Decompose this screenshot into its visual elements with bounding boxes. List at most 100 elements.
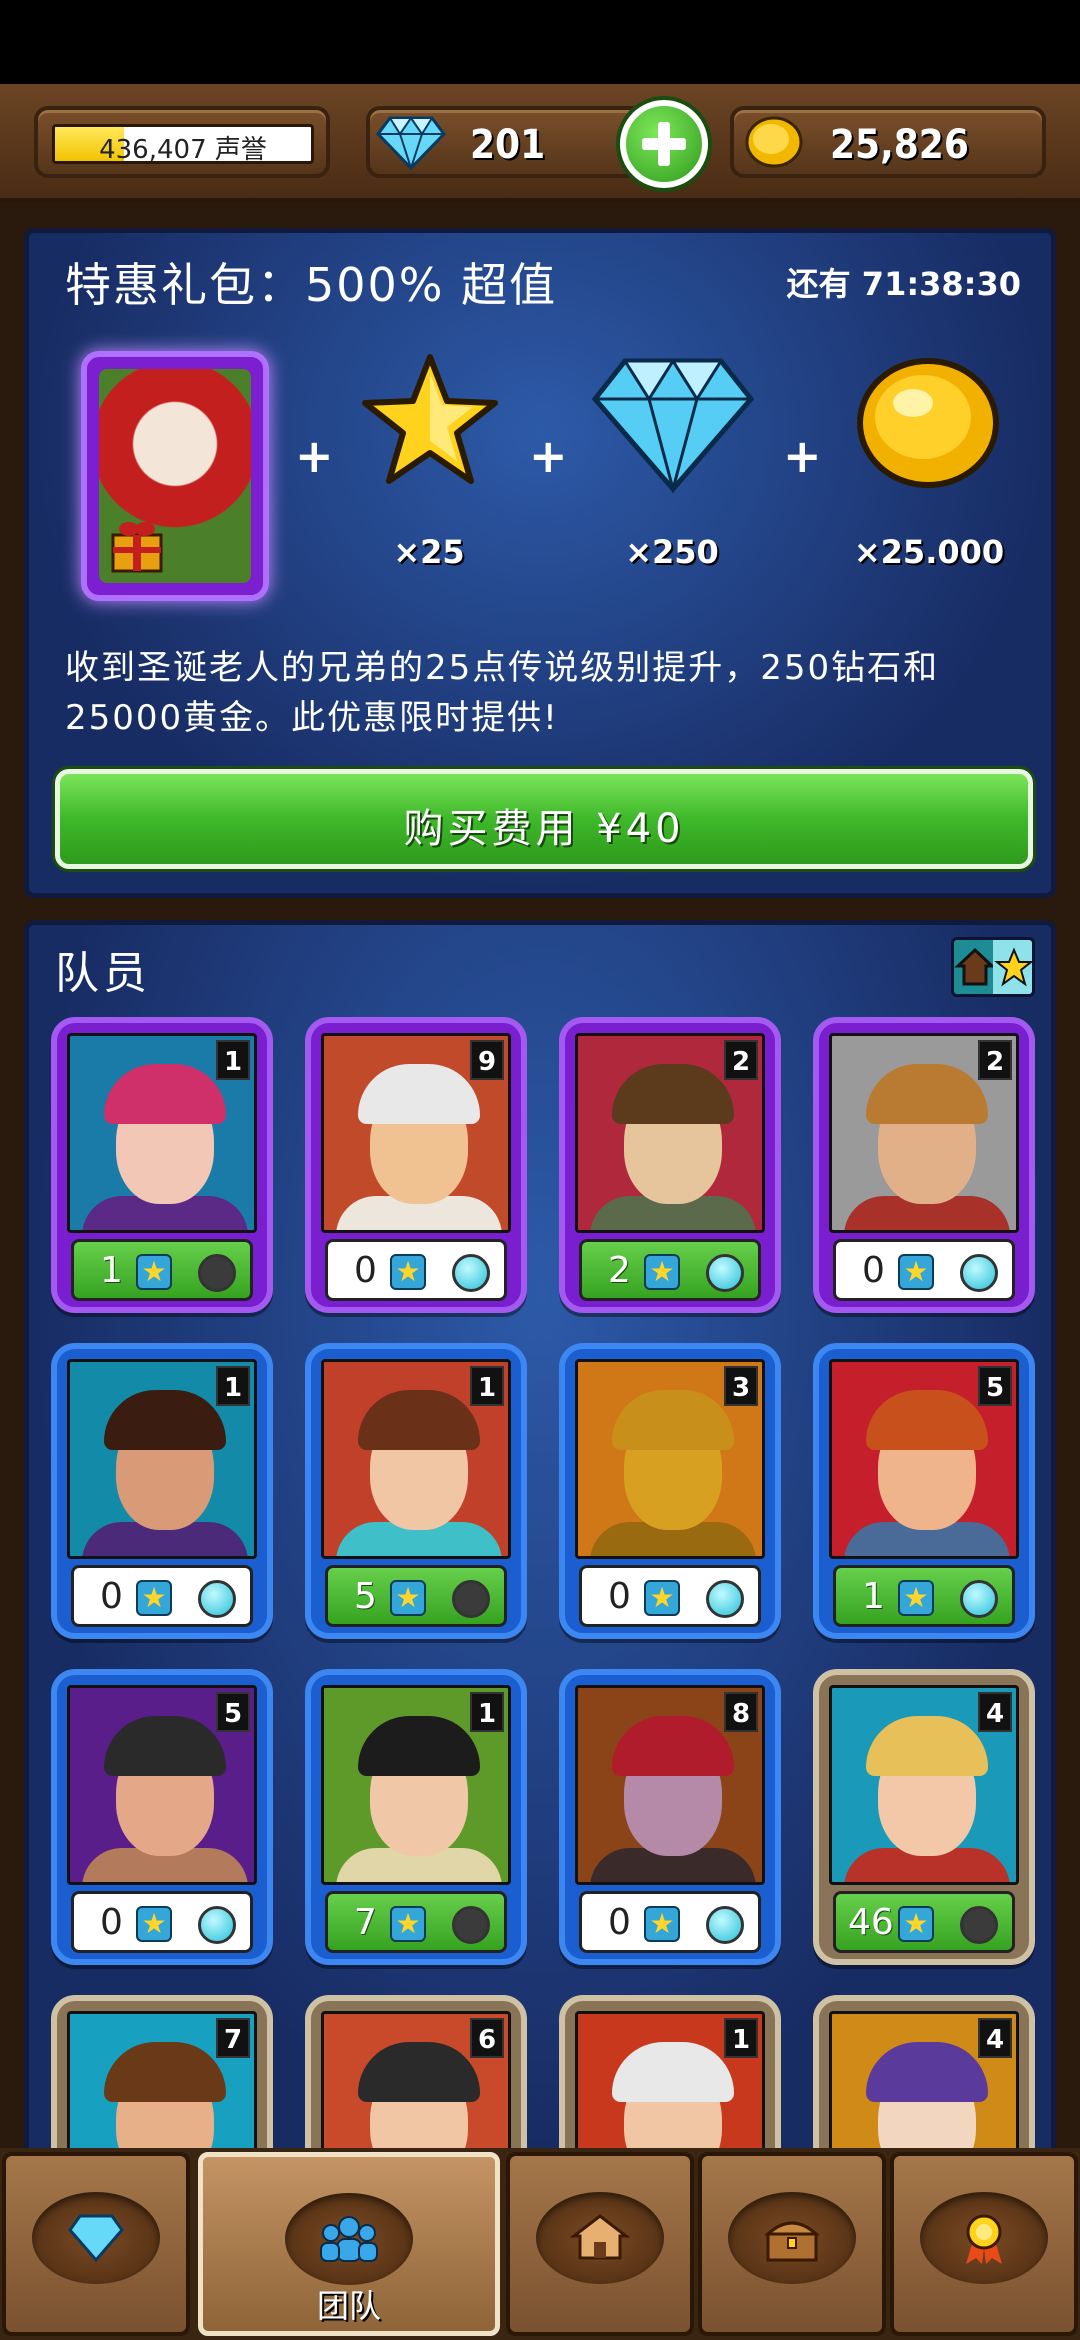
hero-star-count: 0: [100, 1576, 123, 1617]
hero-card[interactable]: 1 7 ★: [305, 1669, 527, 1965]
gold-coin-icon: [857, 358, 999, 488]
offer-timer: 还有 71:38:30: [786, 265, 1021, 303]
offer-description: 收到圣诞老人的兄弟的25点传说级别提升，250钻石和25000黄金。此优惠限时提…: [65, 648, 940, 738]
hero-star-count: 2: [608, 1250, 631, 1291]
hero-star-count: 0: [608, 1576, 631, 1617]
status-orb-icon: [198, 1254, 236, 1292]
hero-card[interactable]: 4 46 ★: [813, 1669, 1035, 1965]
hero-card[interactable]: 1 0 ★: [51, 1343, 273, 1639]
team-title: 队员: [55, 948, 151, 999]
fame-pill[interactable]: 436,407 声誉: [34, 106, 330, 178]
star-icon: ★: [390, 1580, 426, 1616]
special-offer-panel: 特惠礼包：500% 超值 还有 71:38:30 + ×25 + ×250 + …: [24, 228, 1056, 898]
hero-portrait: 2: [575, 1033, 765, 1233]
hero-level: 5: [978, 1366, 1012, 1406]
plus-sign: +: [783, 429, 822, 483]
hero-star-count: 0: [862, 1250, 885, 1291]
nav-tab-shop[interactable]: [506, 2152, 694, 2336]
hero-level: 4: [978, 2018, 1012, 2058]
star-icon: ★: [136, 1906, 172, 1942]
star-icon: ★: [644, 1580, 680, 1616]
hero-card[interactable]: 2 0 ★: [813, 1017, 1035, 1313]
home-sort-icon[interactable]: [954, 940, 996, 994]
nav-tab-team[interactable]: 团队: [198, 2152, 500, 2336]
hero-portrait: 4: [829, 1685, 1019, 1885]
nav-tab-achievements[interactable]: [890, 2152, 1078, 2336]
offer-title: 特惠礼包：500% 超值: [65, 258, 558, 312]
star-icon: ★: [136, 1580, 172, 1616]
hero-star-count: 46: [848, 1902, 894, 1943]
hero-stars-bar: 0 ★: [325, 1239, 507, 1301]
status-orb-icon: [452, 1580, 490, 1618]
hero-card[interactable]: 5 1 ★: [813, 1343, 1035, 1639]
hero-card[interactable]: 3 0 ★: [559, 1343, 781, 1639]
gold-reward-label: ×25.000: [853, 533, 1005, 571]
hero-level: 7: [216, 2018, 250, 2058]
nav-tab-chest[interactable]: [698, 2152, 886, 2336]
hero-portrait: 5: [829, 1359, 1019, 1559]
gold-pill[interactable]: 25,826: [730, 106, 1046, 178]
hero-star-count: 0: [100, 1902, 123, 1943]
status-orb-icon: [198, 1906, 236, 1944]
hero-stars-bar: 1 ★: [833, 1565, 1015, 1627]
star-icon: ★: [644, 1254, 680, 1290]
status-orb-icon: [706, 1906, 744, 1944]
hero-level: 2: [978, 1040, 1012, 1080]
hero-level: 8: [724, 1692, 758, 1732]
buy-offer-button[interactable]: 购买费用 ¥40: [55, 769, 1033, 869]
hero-portrait: 1: [67, 1033, 257, 1233]
resource-bar: 436,407 声誉 201 25,826: [0, 84, 1080, 202]
star-icon: ★: [136, 1254, 172, 1290]
hero-level: 4: [978, 1692, 1012, 1732]
hero-level: 5: [216, 1692, 250, 1732]
team-panel: 队员 1 1 ★ 9 0 ★ 2 2 ★ 2 0 ★ 1 0 ★ 1 5 ★ 3 0 ★ 5 1 ★ 5 0 ★ 1 7 ★ 8 0 ★ 4 46 ★…: [24, 920, 1056, 2291]
hero-portrait: 2: [829, 1033, 1019, 1233]
hero-stars-bar: 46 ★: [833, 1891, 1015, 1953]
hero-portrait: 1: [321, 1685, 511, 1885]
hero-stars-bar: 1 ★: [71, 1239, 253, 1301]
hero-level: 2: [724, 1040, 758, 1080]
hero-card[interactable]: 8 0 ★: [559, 1669, 781, 1965]
diamond-icon: [68, 2214, 124, 2263]
hero-level: 9: [470, 1040, 504, 1080]
medal-icon: [966, 2214, 1002, 2264]
hero-portrait: 1: [321, 1359, 511, 1559]
plus-sign: +: [529, 429, 568, 483]
star-icon: ★: [898, 1580, 934, 1616]
star-icon: [362, 354, 498, 484]
hero-level: 1: [216, 1366, 250, 1406]
nav-tab-team-label: 团队: [316, 2287, 381, 2325]
star-icon: ★: [898, 1254, 934, 1290]
hero-portrait: 8: [575, 1685, 765, 1885]
hero-stars-bar: 0 ★: [71, 1565, 253, 1627]
hero-card[interactable]: 2 2 ★: [559, 1017, 781, 1313]
buy-gems-button[interactable]: [620, 100, 708, 188]
hero-portrait: 3: [575, 1359, 765, 1559]
star-icon: ★: [390, 1254, 426, 1290]
hero-card[interactable]: 5 0 ★: [51, 1669, 273, 1965]
diamond-icon: [376, 116, 446, 170]
hero-stars-bar: 2 ★: [579, 1239, 761, 1301]
hero-stars-bar: 0 ★: [71, 1891, 253, 1953]
plus-sign: +: [295, 429, 334, 483]
santa-hero-card: [81, 351, 269, 601]
hero-portrait: 9: [321, 1033, 511, 1233]
team-icon: [320, 2216, 378, 2262]
status-orb-icon: [960, 1906, 998, 1944]
gems-count: 201: [470, 122, 546, 168]
hero-level: 1: [216, 1040, 250, 1080]
star-sort-icon[interactable]: [993, 940, 1032, 994]
hero-star-count: 0: [354, 1250, 377, 1291]
star-reward-label: ×25: [393, 533, 465, 571]
hero-card[interactable]: 1 1 ★: [51, 1017, 273, 1313]
star-icon: ★: [390, 1906, 426, 1942]
sort-toggle[interactable]: [951, 937, 1035, 997]
status-orb-icon: [452, 1906, 490, 1944]
status-orb-icon: [706, 1580, 744, 1618]
hero-stars-bar: 5 ★: [325, 1565, 507, 1627]
hero-card[interactable]: 1 5 ★: [305, 1343, 527, 1639]
hero-card[interactable]: 9 0 ★: [305, 1017, 527, 1313]
nav-tab-gems[interactable]: [2, 2152, 190, 2336]
hero-star-count: 5: [354, 1576, 377, 1617]
fame-progress-bar: 436,407 声誉: [52, 124, 314, 164]
